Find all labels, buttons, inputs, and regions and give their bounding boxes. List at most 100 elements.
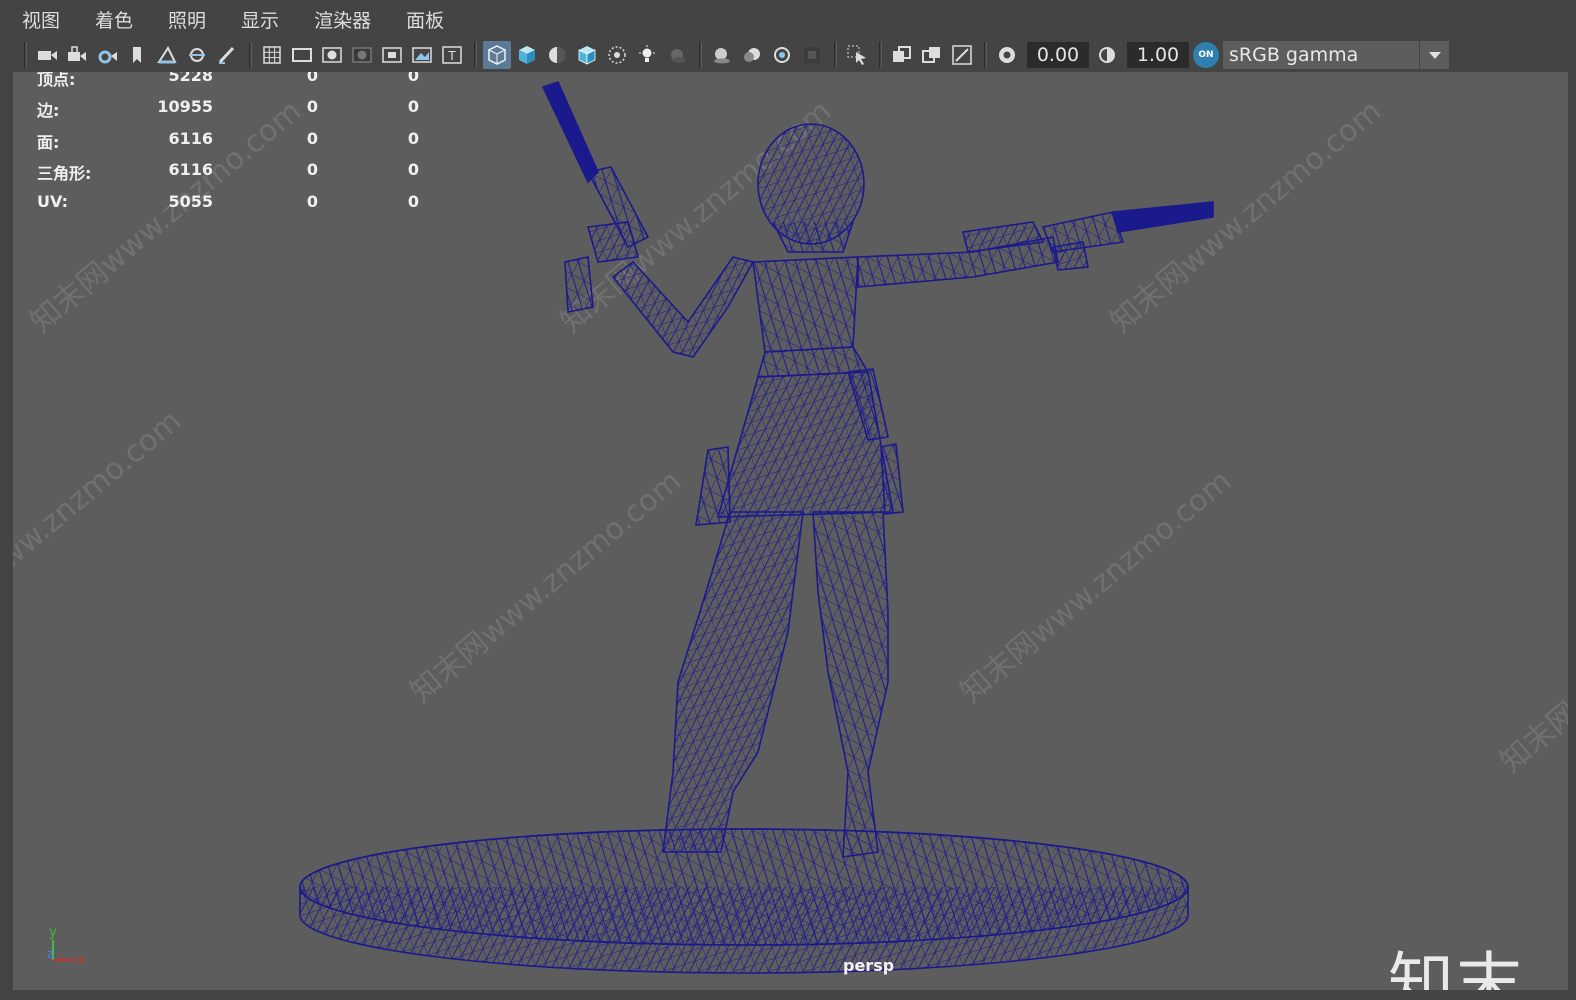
hud-row-triangles: 三角形: 6116 0 0 xyxy=(37,160,419,183)
wire-on-shaded-icon xyxy=(578,46,596,65)
toolbar-separator xyxy=(699,42,702,68)
bookmark-button[interactable] xyxy=(123,41,151,69)
color-space-value: sRGB gamma xyxy=(1229,44,1359,66)
toolbar-separator xyxy=(984,42,987,68)
light-bulb-icon xyxy=(639,45,655,62)
panel-toolbar: T 0.00 1.00 ON sRGB gamma xyxy=(0,38,1576,72)
gamma-input[interactable]: 1.00 xyxy=(1127,42,1189,68)
aperture-icon xyxy=(999,47,1015,63)
menu-view[interactable]: 视图 xyxy=(18,4,64,35)
xray-active-button[interactable] xyxy=(918,41,946,69)
exposure-input[interactable]: 0.00 xyxy=(1027,42,1089,68)
safe-title-button[interactable]: T xyxy=(438,41,466,69)
xray-icon xyxy=(608,46,626,64)
select-camera-button[interactable] xyxy=(33,41,61,69)
hud-row-vertices: 顶点: 5228 0 0 xyxy=(37,72,419,89)
field-chart-button[interactable] xyxy=(378,41,406,69)
menu-show[interactable]: 显示 xyxy=(237,4,283,35)
film-gate-button[interactable] xyxy=(288,41,316,69)
view-axis-gizmo: y z x xyxy=(47,925,85,968)
safe-action-icon xyxy=(412,47,432,63)
menu-renderer[interactable]: 渲染器 xyxy=(310,4,375,35)
image-plane-icon xyxy=(157,45,177,64)
isolate-select-button[interactable] xyxy=(843,41,871,69)
xray-joints-button[interactable] xyxy=(888,41,916,69)
depth-of-field-button[interactable] xyxy=(798,41,826,69)
backface-culling-button[interactable] xyxy=(948,41,976,69)
default-material-icon xyxy=(549,47,565,63)
anti-alias-icon xyxy=(774,47,790,63)
svg-text:T: T xyxy=(447,49,456,63)
image-plane-button[interactable] xyxy=(153,41,181,69)
resolution-gate-icon xyxy=(322,47,342,63)
overlap-squares-alt-icon xyxy=(922,47,940,63)
gate-mask-button[interactable] xyxy=(348,41,376,69)
isolate-select-icon xyxy=(847,45,866,65)
menu-shading[interactable]: 着色 xyxy=(91,4,137,35)
camera-name-label: persp xyxy=(843,956,895,975)
axis-z-label: z xyxy=(47,947,53,961)
screen-space-ao-button[interactable] xyxy=(708,41,736,69)
pan-zoom-icon xyxy=(189,48,205,62)
hud-row-edges: 边: 10955 0 0 xyxy=(37,97,419,120)
depth-of-field-icon xyxy=(804,47,820,63)
use-all-lights-button[interactable] xyxy=(633,41,661,69)
gate-mask-icon xyxy=(352,47,372,63)
brand-logo: 知末 xyxy=(1388,945,1524,990)
color-space-select[interactable]: sRGB gamma xyxy=(1223,41,1449,69)
viewport-border-left xyxy=(0,72,13,1000)
wireframe-cube-icon xyxy=(488,45,506,65)
shaded-cube-icon xyxy=(519,46,535,64)
default-material-button[interactable] xyxy=(543,41,571,69)
axis-x-label: x xyxy=(77,953,85,968)
axis-y-label: y xyxy=(49,925,57,940)
camera-icon xyxy=(38,51,57,60)
toolbar-separator xyxy=(879,42,882,68)
two-d-pan-zoom-button[interactable] xyxy=(183,41,211,69)
field-chart-icon xyxy=(382,47,402,63)
chevron-down-icon[interactable] xyxy=(1419,41,1449,69)
perspective-viewport[interactable]: 知末网www.znzmo.com 知末网www.znzmo.com 知末网www… xyxy=(13,72,1568,990)
exposure-toggle-button[interactable] xyxy=(993,41,1021,69)
menu-panels[interactable]: 面板 xyxy=(402,4,448,35)
wireframe-shading-button[interactable] xyxy=(483,41,511,69)
grid-toggle-button[interactable] xyxy=(258,41,286,69)
smooth-shading-button[interactable] xyxy=(513,41,541,69)
color-management-toggle[interactable]: ON xyxy=(1193,42,1219,68)
backface-icon xyxy=(952,45,972,65)
resolution-gate-button[interactable] xyxy=(318,41,346,69)
gamma-toggle-button[interactable] xyxy=(1093,41,1121,69)
motion-blur-button[interactable] xyxy=(738,41,766,69)
xray-button[interactable] xyxy=(603,41,631,69)
toolbar-separator xyxy=(24,42,27,68)
viewport-border-right xyxy=(1568,72,1576,1000)
viewport-border-bottom xyxy=(0,990,1576,1000)
camera-lock-icon xyxy=(68,46,86,61)
bookmark-icon xyxy=(133,47,141,63)
toolbar-separator xyxy=(834,42,837,68)
grid-icon xyxy=(263,46,281,64)
multisample-aa-button[interactable] xyxy=(768,41,796,69)
hud-row-faces: 面: 6116 0 0 xyxy=(37,129,419,152)
ambient-occlusion-icon xyxy=(714,48,730,64)
hud-row-uvs: UV: 5055 0 0 xyxy=(37,192,419,211)
lock-camera-button[interactable] xyxy=(63,41,91,69)
shadow-icon xyxy=(671,49,686,63)
toolbar-separator xyxy=(474,42,477,68)
wireframe-on-shaded-button[interactable] xyxy=(573,41,601,69)
safe-action-button[interactable] xyxy=(408,41,436,69)
safe-title-icon: T xyxy=(442,46,462,64)
motion-blur-icon xyxy=(744,48,760,62)
film-gate-icon xyxy=(292,48,312,62)
menu-lighting[interactable]: 照明 xyxy=(164,4,210,35)
menu-bar: 视图 着色 照明 显示 渲染器 面板 xyxy=(0,0,1576,38)
color-mgmt-badge: ON xyxy=(1198,50,1214,60)
camera-attributes-button[interactable] xyxy=(93,41,121,69)
overlap-squares-icon xyxy=(893,46,911,62)
toolbar-separator xyxy=(249,42,252,68)
camera-gear-icon xyxy=(98,50,117,64)
pencil-icon xyxy=(218,46,235,64)
shadows-button[interactable] xyxy=(663,41,691,69)
grease-pencil-button[interactable] xyxy=(213,41,241,69)
gamma-icon xyxy=(1099,47,1115,63)
